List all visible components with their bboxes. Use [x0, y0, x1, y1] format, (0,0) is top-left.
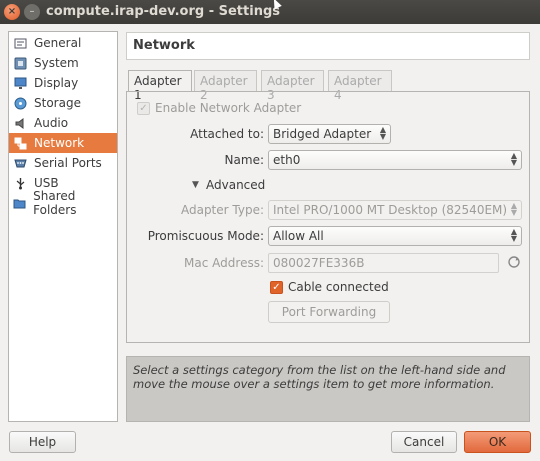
sidebar-item-label: Display: [34, 76, 79, 90]
close-window-button[interactable]: ×: [4, 4, 20, 20]
sidebar-item-shared-folders[interactable]: Shared Folders: [9, 189, 117, 217]
sidebar-item-system[interactable]: System: [9, 53, 117, 73]
enable-network-adapter-label: Enable Network Adapter: [155, 101, 302, 115]
select-arrows-icon: ▲ ▼: [510, 201, 517, 217]
sidebar-item-network[interactable]: Network: [9, 133, 117, 153]
settings-category-list: General System Display Storage Audio Net…: [8, 31, 118, 422]
sidebar-item-storage[interactable]: Storage: [9, 93, 117, 113]
enable-network-adapter-checkbox[interactable]: ✓: [137, 102, 150, 115]
network-icon: [13, 136, 27, 150]
attached-to-label: Attached to:: [190, 127, 264, 141]
sidebar-item-general[interactable]: General: [9, 33, 117, 53]
cancel-button[interactable]: Cancel: [391, 431, 457, 453]
select-arrows-icon: ▲ ▼: [379, 125, 386, 141]
dialog-button-bar: Help Cancel OK: [0, 424, 540, 461]
serial-ports-icon: [13, 156, 27, 170]
name-label: Name:: [224, 153, 264, 167]
sidebar-item-label: Shared Folders: [33, 189, 77, 217]
sidebar-item-display[interactable]: Display: [9, 73, 117, 93]
name-select[interactable]: eth0 ▲ ▼: [268, 150, 522, 170]
help-button[interactable]: Help: [9, 431, 76, 453]
select-arrows-icon: ▲ ▼: [510, 151, 517, 167]
adapter-type-value: Intel PRO/1000 MT Desktop (82540EM): [273, 203, 508, 217]
attached-to-select[interactable]: Bridged Adapter ▲ ▼: [268, 124, 391, 144]
mac-address-label: Mac Address:: [184, 256, 264, 270]
adapter-type-select[interactable]: Intel PRO/1000 MT Desktop (82540EM) ▲ ▼: [268, 200, 522, 220]
display-icon: [13, 76, 27, 90]
tab-adapter-2[interactable]: Adapter 2: [194, 70, 257, 102]
refresh-mac-icon[interactable]: [507, 255, 521, 269]
sidebar-item-label: Storage: [34, 96, 81, 110]
usb-icon: [13, 176, 27, 190]
select-arrows-icon: ▲ ▼: [510, 227, 517, 243]
minimize-window-button[interactable]: –: [24, 4, 40, 20]
promiscuous-mode-select[interactable]: Allow All ▲ ▼: [268, 226, 522, 246]
sidebar-item-label: USB: [34, 176, 59, 190]
general-icon: [13, 36, 27, 50]
tab-adapter-1[interactable]: Adapter 1: [128, 70, 192, 102]
tab-adapter-4[interactable]: Adapter 4: [328, 70, 392, 102]
storage-icon: [13, 96, 27, 110]
system-icon: [13, 56, 27, 70]
ok-button[interactable]: OK: [464, 431, 531, 453]
sidebar-item-label: Serial Ports: [34, 156, 102, 170]
sidebar-item-label: Audio: [34, 116, 69, 130]
sidebar-item-serial-ports[interactable]: Serial Ports: [9, 153, 117, 173]
audio-icon: [13, 116, 27, 130]
name-value: eth0: [273, 153, 301, 167]
adapter-type-label: Adapter Type:: [180, 203, 264, 217]
expander-arrow-icon[interactable]: ▼: [192, 180, 199, 190]
window-title: compute.irap-dev.org - Settings: [46, 4, 280, 19]
mac-address-field[interactable]: 080027FE336B: [268, 253, 499, 273]
page-title: Network: [126, 32, 530, 60]
promiscuous-mode-value: Allow All: [273, 229, 324, 243]
title-bar: × – compute.irap-dev.org - Settings: [0, 0, 540, 24]
shared-folders-icon: [13, 196, 26, 210]
attached-to-value: Bridged Adapter: [273, 127, 372, 141]
cable-connected-label: Cable connected: [288, 280, 389, 294]
sidebar-item-label: System: [34, 56, 79, 70]
sidebar-item-label: Network: [34, 136, 85, 150]
info-panel: Select a settings category from the list…: [126, 356, 530, 422]
port-forwarding-button[interactable]: Port Forwarding: [268, 301, 390, 323]
promiscuous-mode-label: Promiscuous Mode:: [147, 229, 264, 243]
advanced-expander[interactable]: Advanced: [206, 178, 265, 192]
tab-adapter-3[interactable]: Adapter 3: [261, 70, 324, 102]
sidebar-item-label: General: [34, 36, 82, 50]
sidebar-item-audio[interactable]: Audio: [9, 113, 117, 133]
cable-connected-checkbox[interactable]: ✓: [270, 281, 283, 294]
